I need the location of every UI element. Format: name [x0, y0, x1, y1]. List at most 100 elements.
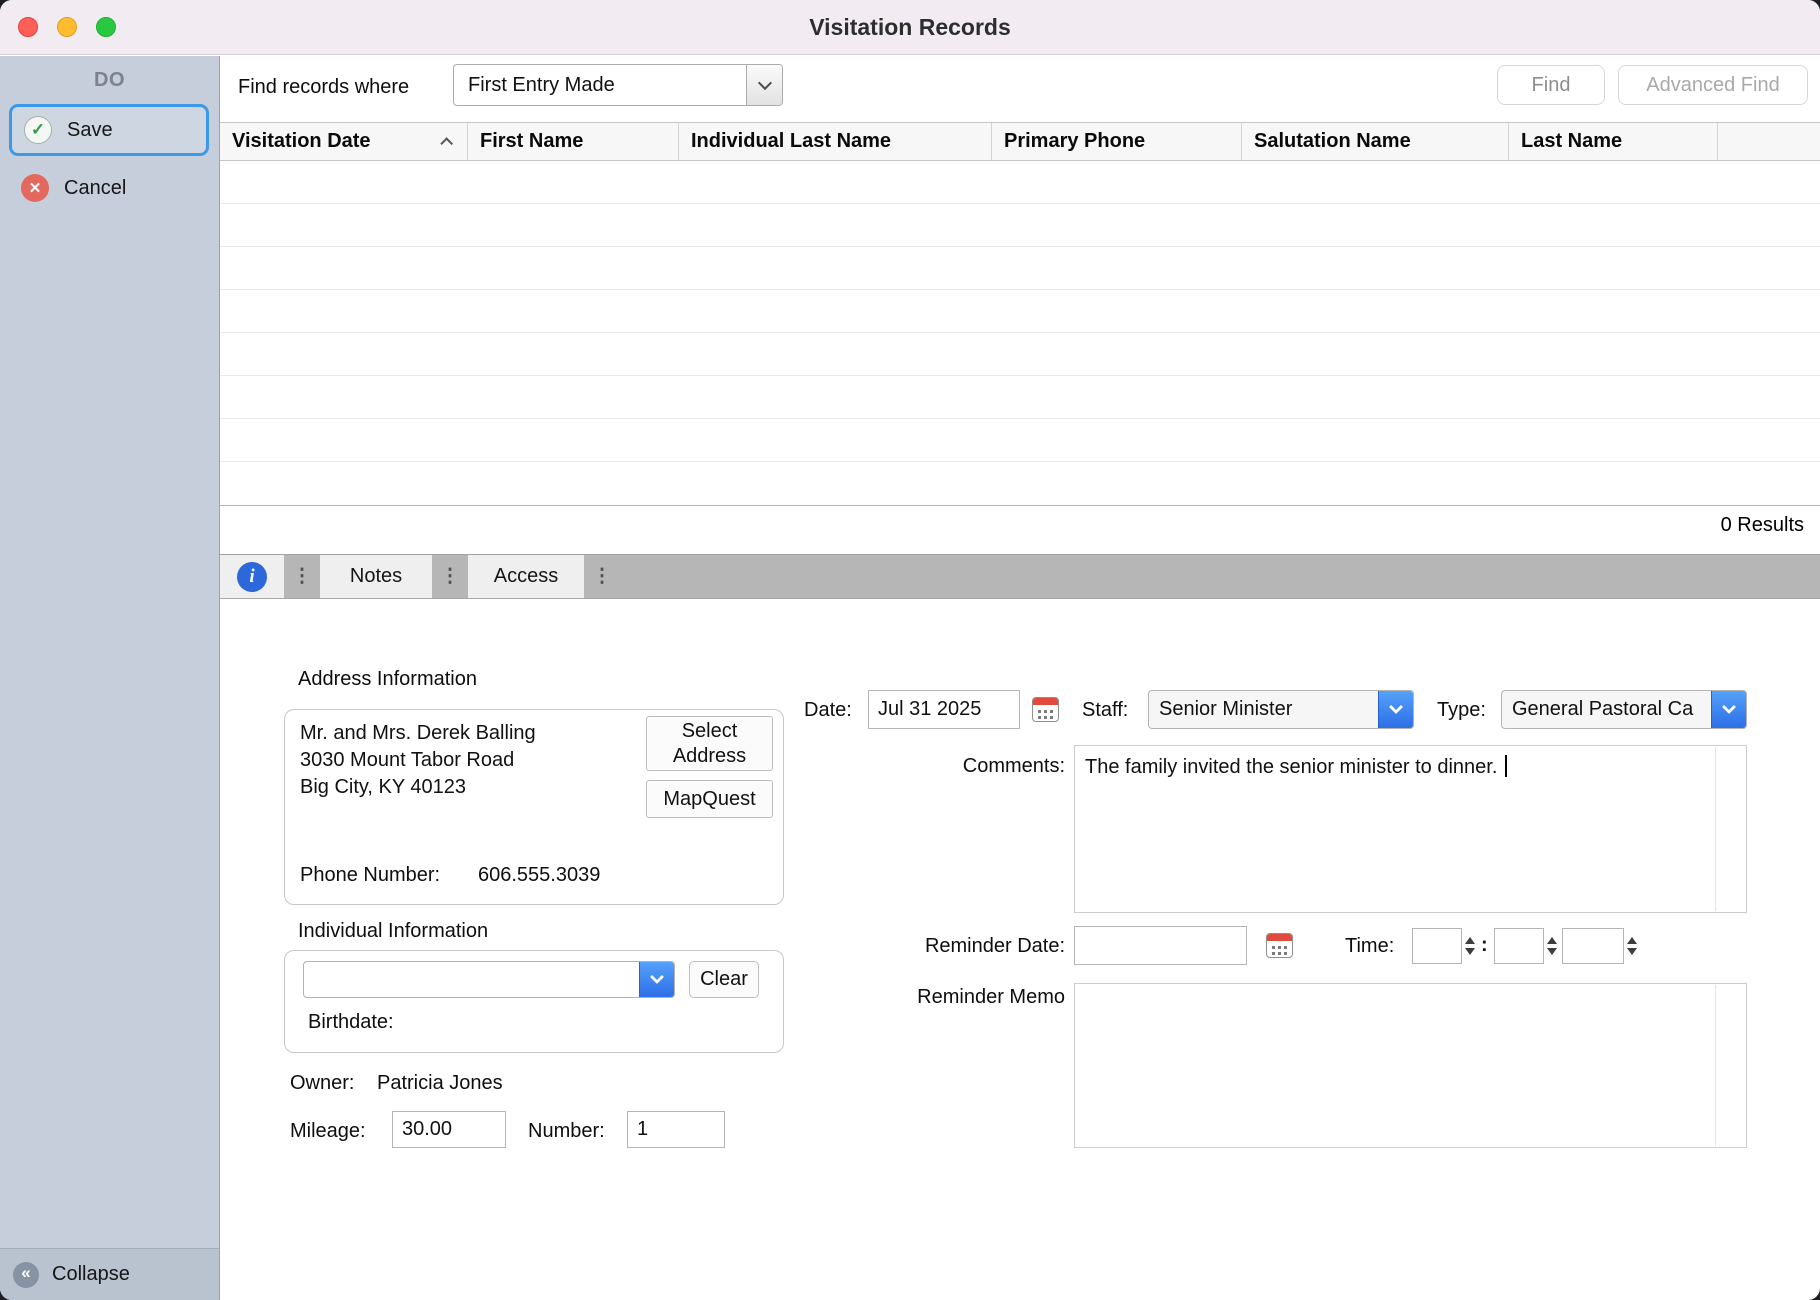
collapse-label: Collapse	[52, 1263, 130, 1286]
type-dropdown[interactable]: General Pastoral Ca	[1501, 690, 1747, 729]
drag-handle-icon: ⋮	[284, 555, 320, 598]
sidebar-item-save[interactable]: ✓ Save	[9, 104, 209, 156]
reminder-memo-label: Reminder Memo	[860, 986, 1065, 1009]
birthdate-label: Birthdate:	[308, 1011, 394, 1034]
table-header: Visitation Date First Name Individual La…	[220, 122, 1820, 161]
tab-access[interactable]: Access	[468, 555, 584, 598]
owner-value: Patricia Jones	[377, 1072, 503, 1095]
table-row	[220, 247, 1820, 290]
stepper-up-icon	[1547, 937, 1557, 944]
individual-information-title: Individual Information	[298, 920, 488, 943]
table-row	[220, 161, 1820, 204]
advanced-find-button[interactable]: Advanced Find	[1618, 65, 1808, 105]
tab-notes[interactable]: Notes	[320, 555, 432, 598]
chevron-down-icon	[650, 970, 664, 984]
column-header-spacer	[1718, 123, 1820, 160]
find-field-dropdown[interactable]: First Entry Made	[453, 64, 783, 106]
dropdown-button[interactable]	[639, 962, 674, 997]
stepper-up-icon	[1465, 937, 1475, 944]
text-cursor	[1505, 755, 1507, 777]
address-line-1: Mr. and Mrs. Derek Balling	[300, 720, 536, 747]
stepper-up-icon	[1627, 937, 1637, 944]
stepper-down-icon	[1627, 948, 1637, 955]
chevron-down-icon	[1722, 700, 1736, 714]
clear-button[interactable]: Clear	[689, 961, 759, 998]
table-row	[220, 333, 1820, 376]
reminder-date-input[interactable]	[1074, 926, 1247, 965]
tab-bar: i ⋮ Notes ⋮ Access ⋮	[220, 554, 1820, 599]
chevron-down-icon	[1389, 700, 1403, 714]
mileage-label: Mileage:	[290, 1120, 366, 1143]
chevron-double-left-icon: «	[13, 1262, 39, 1288]
tab-info[interactable]: i	[220, 555, 284, 598]
reminder-date-label: Reminder Date:	[860, 935, 1065, 958]
time-ampm-input[interactable]	[1562, 928, 1624, 964]
staff-dropdown[interactable]: Senior Minister	[1148, 690, 1414, 729]
mileage-input[interactable]	[392, 1111, 506, 1148]
table-row	[220, 204, 1820, 247]
comments-text: The family invited the senior minister t…	[1085, 754, 1706, 781]
hour-stepper[interactable]	[1462, 928, 1478, 964]
table-row	[220, 290, 1820, 333]
drag-handle-icon: ⋮	[432, 555, 468, 598]
type-label: Type:	[1437, 699, 1486, 722]
dropdown-button[interactable]	[1711, 691, 1746, 728]
mapquest-button[interactable]: MapQuest	[646, 780, 773, 818]
time-label: Time:	[1345, 935, 1394, 958]
calendar-icon[interactable]	[1032, 697, 1059, 722]
title-bar: Visitation Records	[0, 0, 1820, 55]
table-row	[220, 376, 1820, 419]
comments-textarea[interactable]: The family invited the senior minister t…	[1074, 745, 1747, 913]
results-count: 0 Results	[1721, 514, 1804, 537]
select-address-button[interactable]: Select Address	[646, 716, 773, 771]
staff-selected-value: Senior Minister	[1149, 691, 1378, 728]
sidebar: DO ✓ Save ✕ Cancel « Collapse	[0, 56, 220, 1300]
calendar-icon[interactable]	[1266, 933, 1293, 958]
date-label: Date:	[804, 699, 852, 722]
column-header-individual-last-name[interactable]: Individual Last Name	[679, 123, 992, 160]
time-minute-input[interactable]	[1494, 928, 1544, 964]
minute-stepper[interactable]	[1544, 928, 1560, 964]
stepper-down-icon	[1465, 948, 1475, 955]
type-selected-value: General Pastoral Ca	[1502, 691, 1711, 728]
dropdown-button[interactable]	[746, 65, 782, 105]
x-icon: ✕	[21, 174, 49, 202]
staff-label: Staff:	[1082, 699, 1128, 722]
visit-date-input[interactable]	[868, 690, 1020, 729]
number-label: Number:	[528, 1120, 605, 1143]
column-header-last-name[interactable]: Last Name	[1509, 123, 1718, 160]
column-header-salutation-name[interactable]: Salutation Name	[1242, 123, 1509, 160]
address-information-title: Address Information	[298, 668, 477, 691]
sidebar-collapse-button[interactable]: « Collapse	[0, 1248, 219, 1300]
column-header-first-name[interactable]: First Name	[468, 123, 679, 160]
number-input[interactable]	[627, 1111, 725, 1148]
column-header-primary-phone[interactable]: Primary Phone	[992, 123, 1242, 160]
sidebar-header: DO	[0, 69, 219, 92]
drag-handle-icon: ⋮	[584, 555, 620, 598]
find-records-where-label: Find records where	[238, 76, 409, 99]
individual-dropdown[interactable]	[303, 961, 675, 998]
individual-selected-value	[304, 962, 639, 997]
info-icon: i	[237, 562, 267, 592]
find-field-selected-value: First Entry Made	[454, 65, 746, 105]
save-button-label: Save	[67, 119, 113, 142]
ampm-stepper[interactable]	[1624, 928, 1640, 964]
reminder-memo-textarea[interactable]	[1074, 983, 1747, 1148]
owner-label: Owner:	[290, 1072, 354, 1095]
time-hour-input[interactable]	[1412, 928, 1462, 964]
sort-ascending-icon	[440, 137, 453, 150]
records-table-body	[220, 161, 1820, 506]
address-value: Mr. and Mrs. Derek Balling 3030 Mount Ta…	[300, 720, 536, 801]
sidebar-item-cancel[interactable]: ✕ Cancel	[9, 162, 209, 214]
column-header-visitation-date[interactable]: Visitation Date	[220, 123, 468, 160]
find-button[interactable]: Find	[1497, 65, 1605, 105]
phone-number-value: 606.555.3039	[478, 864, 600, 887]
cancel-button-label: Cancel	[64, 177, 126, 200]
app-window: Visitation Records DO ✓ Save ✕ Cancel « …	[0, 0, 1820, 1300]
check-icon: ✓	[24, 116, 52, 144]
address-line-3: Big City, KY 40123	[300, 774, 536, 801]
table-row	[220, 462, 1820, 505]
time-separator: :	[1481, 934, 1488, 957]
stepper-down-icon	[1547, 948, 1557, 955]
dropdown-button[interactable]	[1378, 691, 1413, 728]
